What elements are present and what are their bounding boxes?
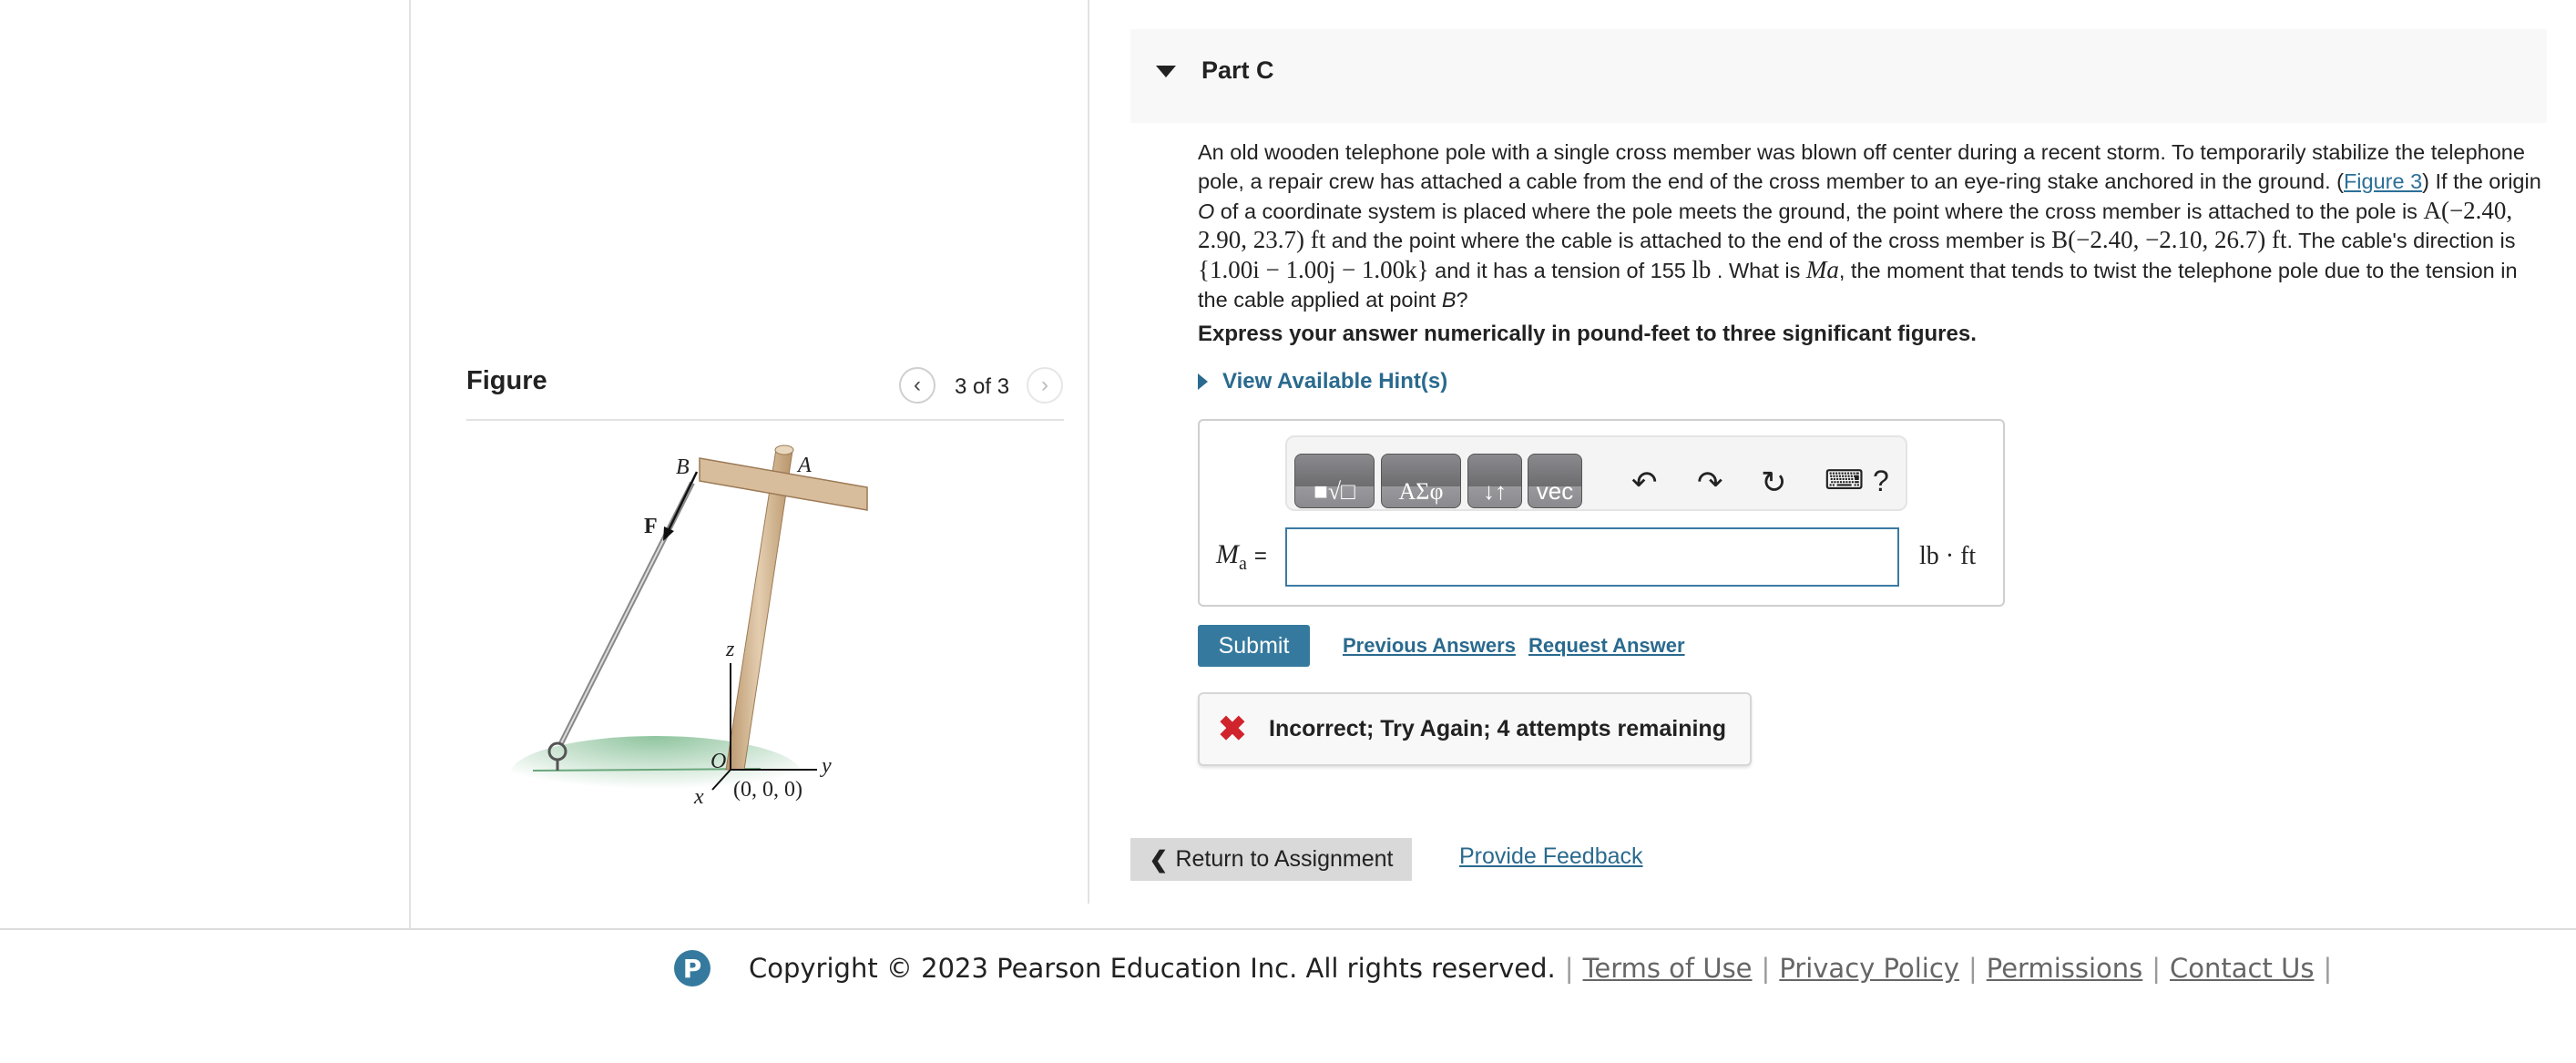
figure-image: B A F z O y x (0, 0, 0) <box>510 445 868 813</box>
label-x: x <box>693 785 704 809</box>
caret-down-icon <box>1156 66 1176 77</box>
problem-statement: An old wooden telephone pole with a sing… <box>1198 140 2541 312</box>
request-answer-link[interactable]: Request Answer <box>1528 634 1685 658</box>
previous-answers-link[interactable]: Previous Answers <box>1343 634 1516 658</box>
part-c-header[interactable]: Part C <box>1130 29 2547 123</box>
label-origin: (0, 0, 0) <box>733 778 802 802</box>
label-A: A <box>796 454 812 477</box>
copyright: Copyright © 2023 Pearson Education Inc. … <box>749 953 1556 984</box>
reset-icon[interactable]: ↻ <box>1761 465 1787 501</box>
provide-feedback-link[interactable]: Provide Feedback <box>1459 843 1643 870</box>
redo-icon[interactable]: ↷ <box>1697 465 1723 501</box>
templates-button[interactable]: ■√□ <box>1294 454 1375 508</box>
label-O: O <box>710 750 726 773</box>
undo-icon[interactable]: ↶ <box>1631 465 1658 501</box>
label-F: F <box>644 515 658 538</box>
greek-button[interactable]: ΑΣφ <box>1381 454 1461 508</box>
label-z: z <box>725 638 735 661</box>
answer-units: lb · ft <box>1919 542 1977 570</box>
footer-divider <box>0 928 2576 930</box>
keyboard-icon[interactable]: ⌨ <box>1825 465 1864 496</box>
error-x-icon: ✖ <box>1218 710 1247 749</box>
answer-input[interactable] <box>1285 527 1899 587</box>
help-icon[interactable]: ? <box>1873 465 1889 498</box>
vector-button[interactable]: vec <box>1528 454 1582 508</box>
math-toolbar: ■√□ ΑΣφ ↓↑ vec ↶ ↷ ↻ ⌨ ? <box>1285 435 1907 511</box>
pearson-logo: P <box>674 950 710 986</box>
privacy-link[interactable]: Privacy Policy <box>1779 953 1959 984</box>
label-B: B <box>676 455 690 479</box>
force-arrow <box>666 471 699 533</box>
footer: P Copyright © 2023 Pearson Education Inc… <box>674 945 2341 991</box>
contact-link[interactable]: Contact Us <box>2170 953 2314 984</box>
submit-button[interactable]: Submit <box>1198 625 1310 667</box>
terms-link[interactable]: Terms of Use <box>1583 953 1753 984</box>
return-to-assignment-button[interactable]: ❮ Return to Assignment <box>1130 838 1412 881</box>
caret-right-icon <box>1198 373 1208 390</box>
pane-divider <box>1088 0 1089 904</box>
feedback-message: ✖ Incorrect; Try Again; 4 attempts remai… <box>1198 692 1752 766</box>
chevron-left-icon: ❮ <box>1149 846 1169 873</box>
figure-link[interactable]: Figure 3 <box>2344 169 2422 193</box>
view-hints-toggle[interactable]: View Available Hint(s) <box>1198 369 1447 394</box>
part-title: Part C <box>1201 56 1274 84</box>
pole <box>725 448 793 771</box>
label-y: y <box>820 754 832 778</box>
permissions-link[interactable]: Permissions <box>1987 953 2143 984</box>
instructions: Express your answer numerically in pound… <box>1198 322 1977 346</box>
answer-label: Ma = <box>1216 539 1267 574</box>
symbols-button[interactable]: ↓↑ <box>1467 454 1522 508</box>
